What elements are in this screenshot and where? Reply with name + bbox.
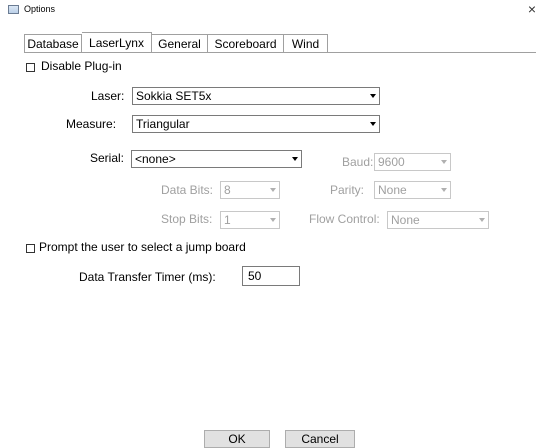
disable-plugin-checkbox[interactable] — [26, 63, 35, 72]
laser-label: Laser: — [91, 89, 125, 103]
tab-laserlynx[interactable]: LaserLynx — [82, 32, 152, 53]
tab-strip-border — [24, 52, 536, 53]
chevron-down-icon — [441, 160, 447, 164]
tab-wind[interactable]: Wind — [284, 34, 328, 52]
flow-control-value: None — [391, 213, 420, 227]
parity-label: Parity: — [330, 183, 365, 197]
measure-label: Measure: — [66, 117, 117, 131]
data-transfer-timer-value: 50 — [248, 269, 262, 283]
window-title: Options — [24, 4, 56, 14]
serial-value: <none> — [135, 152, 176, 166]
chevron-down-icon — [370, 122, 376, 126]
window-icon — [8, 5, 19, 14]
data-transfer-timer-input[interactable]: 50 — [242, 266, 300, 286]
serial-label: Serial: — [90, 151, 125, 165]
stop-bits-label: Stop Bits: — [161, 212, 213, 226]
serial-select[interactable]: <none> — [131, 150, 302, 168]
chevron-down-icon — [370, 94, 376, 98]
disable-plugin-label: Disable Plug-in — [41, 59, 122, 73]
data-bits-value: 8 — [224, 183, 231, 197]
tab-scoreboard[interactable]: Scoreboard — [208, 34, 284, 52]
chevron-down-icon — [441, 188, 447, 192]
data-bits-select[interactable]: 8 — [220, 181, 280, 199]
baud-label: Baud: — [342, 155, 374, 169]
tab-database[interactable]: Database — [24, 34, 82, 52]
ok-button[interactable]: OK — [204, 430, 270, 448]
chevron-down-icon — [270, 188, 276, 192]
baud-value: 9600 — [378, 155, 405, 169]
stop-bits-value: 1 — [224, 213, 231, 227]
cancel-button[interactable]: Cancel — [285, 430, 355, 448]
chevron-down-icon — [292, 157, 298, 161]
prompt-jump-board-label: Prompt the user to select a jump board — [39, 240, 246, 254]
laser-select[interactable]: Sokkia SET5x — [132, 87, 380, 105]
baud-select[interactable]: 9600 — [374, 153, 451, 171]
prompt-jump-board-checkbox[interactable] — [26, 244, 35, 253]
laser-value: Sokkia SET5x — [136, 89, 212, 103]
tab-general[interactable]: General — [152, 34, 208, 52]
parity-select[interactable]: None — [374, 181, 451, 199]
flow-control-select[interactable]: None — [387, 211, 489, 229]
stop-bits-select[interactable]: 1 — [220, 211, 280, 229]
measure-select[interactable]: Triangular — [132, 115, 380, 133]
chevron-down-icon — [479, 218, 485, 222]
close-icon[interactable]: × — [528, 1, 536, 17]
data-transfer-timer-label: Data Transfer Timer (ms): — [79, 270, 216, 284]
chevron-down-icon — [270, 218, 276, 222]
flow-control-label: Flow Control: — [309, 212, 380, 226]
data-bits-label: Data Bits: — [161, 183, 214, 197]
measure-value: Triangular — [136, 117, 190, 131]
parity-value: None — [378, 183, 407, 197]
